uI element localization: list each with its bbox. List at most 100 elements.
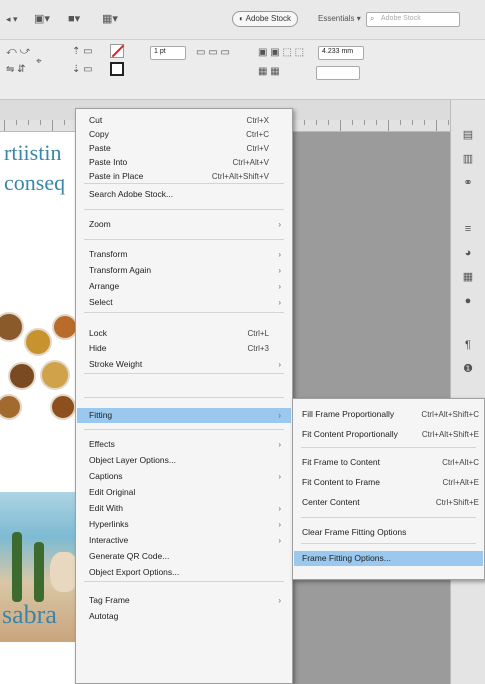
menu-item-label: Search Adobe Stock...	[89, 189, 174, 199]
context-menu-item[interactable]: Object Layer Options...	[77, 453, 291, 468]
context-menu-item[interactable]: Interactive ›	[77, 533, 291, 548]
context-menu-item[interactable]: Stroke Weight ›	[77, 357, 291, 372]
context-menu-item[interactable]: Tag Frame ›	[77, 593, 291, 608]
food-image[interactable]	[24, 328, 52, 356]
menu-separator	[84, 429, 284, 430]
menu-item-label: Hide	[89, 343, 107, 353]
context-menu-item[interactable]: Paste Into Ctrl+Alt+V	[77, 155, 291, 170]
food-image[interactable]	[8, 362, 36, 390]
fitting-submenu-item[interactable]: Fit Content to Frame Ctrl+Alt+E	[294, 475, 483, 490]
ruler-tick	[4, 120, 5, 131]
search-box[interactable]: ⌕ Adobe Stock	[366, 12, 460, 27]
width-field[interactable]: 4.233 mm	[318, 46, 364, 60]
layers-panel-icon[interactable]: ▥	[461, 152, 475, 166]
food-image[interactable]	[0, 394, 22, 420]
flip-icons[interactable]: ⇋ ⇵	[6, 64, 26, 75]
menu-item-shortcut: Ctrl+V	[246, 144, 269, 153]
menu-item-shortcut: Ctrl+Alt+Shift+V	[211, 172, 269, 181]
menu-separator	[84, 397, 284, 398]
ruler-tick	[52, 120, 53, 131]
ruler-tick	[340, 120, 341, 131]
paragraph-panel-icon[interactable]: ¶	[461, 338, 475, 352]
rotate-icons[interactable]: ⤺ ⤻	[6, 46, 30, 57]
context-menu-item[interactable]: Fitting ›	[77, 408, 291, 423]
context-menu-item[interactable]: Transform ›	[77, 247, 291, 262]
context-menu-item[interactable]: Hide Ctrl+3	[77, 341, 291, 356]
context-menu-item[interactable]: Autotag	[77, 609, 291, 624]
stroke-swatch[interactable]	[110, 62, 124, 76]
stroke-panel-icon[interactable]: ≡	[461, 222, 475, 236]
menu-separator	[301, 447, 476, 448]
shell-shape	[50, 552, 78, 592]
fitting-submenu-item[interactable]: Fit Frame to Content Ctrl+Alt+C	[294, 455, 483, 470]
screen-mode-icon[interactable]: ■▾	[68, 12, 80, 25]
color-panel-icon[interactable]: ◕	[461, 246, 475, 260]
menu-item-label: Clear Frame Fitting Options	[302, 527, 407, 537]
context-menu-item[interactable]: Zoom ›	[77, 217, 291, 232]
context-menu-item[interactable]: Lock Ctrl+L	[77, 326, 291, 341]
context-menu-item[interactable]: Edit With ›	[77, 501, 291, 516]
wrap-icons[interactable]: ▭ ▭ ▭	[196, 47, 230, 58]
menu-item-label: Zoom	[89, 219, 111, 229]
application-bar: ◂ ▾ ▣▾ ■▾ ▦▾ ◐ Adobe Stock Essentials ▾ …	[0, 0, 485, 40]
arrange-documents-icon[interactable]: ▦▾	[102, 12, 118, 25]
food-image[interactable]	[40, 360, 70, 390]
context-menu-item[interactable]: Paste Ctrl+V	[77, 141, 291, 156]
ruler-tick	[16, 120, 17, 125]
context-menu-item[interactable]: Transform Again ›	[77, 263, 291, 278]
swatches-panel-icon[interactable]: ▦	[461, 270, 475, 284]
ruler-tick	[40, 120, 41, 125]
reference-point-icon[interactable]: ⌖	[36, 56, 42, 67]
menu-item-label: Lock	[89, 328, 107, 338]
view-options-icon[interactable]: ▣▾	[34, 12, 50, 25]
menu-item-label: Tag Frame	[89, 595, 130, 605]
align-icons[interactable]: ▦ ▦	[258, 66, 280, 77]
context-menu-item[interactable]: Paste in Place Ctrl+Alt+Shift+V	[77, 169, 291, 184]
context-menu-item[interactable]: Select ›	[77, 295, 291, 310]
fitting-submenu-item[interactable]: Clear Frame Fitting Options	[294, 525, 483, 540]
menu-separator	[301, 543, 476, 544]
context-menu-item[interactable]: Hyperlinks ›	[77, 517, 291, 532]
context-menu-item[interactable]: Cut Ctrl+X	[77, 113, 291, 128]
menu-item-shortcut: Ctrl+X	[246, 116, 269, 125]
context-menu-item[interactable]: Generate QR Code...	[77, 549, 291, 564]
stroke-weight-field[interactable]: 1 pt	[150, 46, 186, 60]
links-panel-icon[interactable]: ⚭	[461, 176, 475, 190]
menu-item-label: Interactive	[89, 535, 129, 545]
select-content-icon[interactable]: ⇣ ▭	[72, 64, 93, 75]
pages-panel-icon[interactable]: ▤	[461, 128, 475, 142]
menu-item-shortcut: Ctrl+3	[247, 344, 269, 353]
fit-icons[interactable]: ▣ ▣ ⬚ ⬚	[258, 47, 304, 58]
opacity-field[interactable]	[316, 66, 360, 80]
context-menu-item[interactable]: Effects ›	[77, 437, 291, 452]
cc-libraries-icon[interactable]: ●	[461, 294, 475, 308]
ruler-tick	[412, 120, 413, 125]
menu-item-label: Copy	[89, 129, 109, 139]
fitting-submenu-item[interactable]: Center Content Ctrl+Shift+E	[294, 495, 483, 510]
page-heading-line-1: rtiistin	[4, 140, 62, 165]
menu-arrow-icon[interactable]: ◂ ▾	[6, 14, 18, 25]
menu-separator	[84, 373, 284, 374]
search-input[interactable]: Adobe Stock	[381, 15, 421, 22]
ruler-tick	[316, 120, 317, 125]
menu-item-label: Autotag	[89, 611, 119, 621]
context-menu-item[interactable]: Edit Original	[77, 485, 291, 500]
menu-item-label: Edit Original	[89, 487, 136, 497]
fitting-submenu-item[interactable]: Fill Frame Proportionally Ctrl+Alt+Shift+…	[294, 407, 483, 422]
fitting-submenu-item[interactable]: Frame Fitting Options...	[294, 551, 483, 566]
context-menu-item[interactable]: Arrange ›	[77, 279, 291, 294]
select-container-icon[interactable]: ⇡ ▭	[72, 46, 93, 57]
fill-swatch-none[interactable]	[110, 44, 125, 58]
food-image[interactable]	[50, 394, 76, 420]
context-menu-item[interactable]: Captions ›	[77, 469, 291, 484]
food-image[interactable]	[0, 312, 24, 342]
workspace-switcher[interactable]: Essentials ▾	[318, 14, 361, 23]
submenu-arrow-icon: ›	[278, 298, 281, 307]
adobe-stock-button[interactable]: ◐ Adobe Stock	[232, 11, 298, 27]
fitting-submenu-item[interactable]: Fit Content Proportionally Ctrl+Alt+Shift…	[294, 427, 483, 442]
context-menu-item[interactable]: Search Adobe Stock...	[77, 187, 291, 202]
context-menu-item[interactable]: Copy Ctrl+C	[77, 127, 291, 142]
ruler-tick	[304, 120, 305, 125]
info-panel-icon[interactable]: ❶	[461, 362, 475, 376]
context-menu-item[interactable]: Object Export Options...	[77, 565, 291, 580]
